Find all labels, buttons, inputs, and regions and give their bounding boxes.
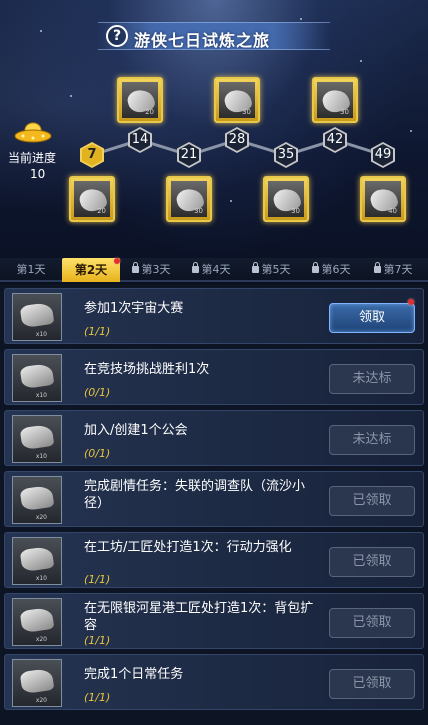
lock-icon	[191, 262, 199, 273]
tab-day-1[interactable]: 第1天	[2, 260, 60, 280]
day-tabs: 第1天 第2天 第3天 第4天 第5天 第6天 第7天	[0, 258, 428, 282]
progress-label: 当前进度	[8, 151, 57, 165]
milestone-value: 14	[130, 129, 150, 151]
milestone-value: 21	[179, 144, 199, 166]
progress-value: 10	[30, 167, 46, 181]
task-progress: (1/1)	[84, 573, 111, 586]
reward-chest-icon[interactable]: 20	[69, 176, 115, 222]
reward-quantity: 20	[97, 207, 106, 215]
reward-quantity: 30	[242, 108, 251, 116]
task-row: x10 在竞技场挑战胜利1次 (0/1) 未达标	[4, 349, 424, 405]
milestone-value: 49	[373, 144, 393, 166]
reward-item-icon[interactable]: x10	[12, 354, 62, 402]
task-progress: (0/1)	[84, 386, 111, 399]
reward-chest-icon[interactable]: 30	[214, 77, 260, 123]
reward-item-icon[interactable]: x20	[12, 598, 62, 646]
task-name: 完成剧情任务：失联的调查队（流沙小径）	[84, 479, 306, 511]
reward-item-image: 40	[365, 181, 401, 217]
tab-label: 第2天	[74, 263, 108, 277]
reward-quantity: 30	[340, 108, 349, 116]
milestone-value: 28	[227, 129, 247, 151]
task-list: x10 参加1次宇宙大赛 (1/1) 领取 x10 在竞技场挑战胜利1次 (0/1) 未达标 x…	[0, 284, 428, 725]
reward-chest-icon[interactable]: 30	[312, 77, 358, 123]
reward-chest-icon[interactable]: 30	[263, 176, 309, 222]
tab-day-4[interactable]: 第4天	[182, 260, 240, 280]
task-name: 在工坊/工匠处打造1次：行动力强化	[84, 540, 292, 555]
milestone-value: 7	[82, 144, 102, 166]
reward-quantity: 20	[145, 108, 154, 116]
reward-item-image: 30	[268, 181, 304, 217]
tab-label: 第4天	[201, 263, 231, 276]
task-progress: (0/1)	[84, 447, 111, 460]
task-progress: (1/1)	[84, 634, 111, 647]
lock-icon	[131, 262, 139, 273]
task-row: x20 完成1个日常任务 (1/1) 已领取	[4, 654, 424, 710]
reward-quantity: x10	[35, 392, 47, 399]
reward-quantity: 30	[194, 207, 203, 215]
reward-item-image: 30	[317, 82, 353, 118]
status-button[interactable]: 已领取	[329, 486, 415, 516]
tab-label: 第7天	[383, 263, 413, 276]
status-button[interactable]: 未达标	[329, 364, 415, 394]
reward-quantity: x10	[35, 575, 47, 582]
reward-item-icon[interactable]: x20	[12, 476, 62, 524]
reward-item-image: 30	[171, 181, 207, 217]
task-progress: (1/1)	[84, 691, 111, 704]
tab-day-3[interactable]: 第3天	[122, 260, 180, 280]
task-row: x10 在工坊/工匠处打造1次：行动力强化 (1/1) 已领取	[4, 532, 424, 588]
lock-icon	[251, 262, 259, 273]
tab-label: 第5天	[261, 263, 291, 276]
task-name: 加入/创建1个公会	[84, 423, 188, 438]
tab-label: 第6天	[321, 263, 351, 276]
status-button[interactable]: 已领取	[329, 608, 415, 638]
notification-dot	[408, 299, 414, 305]
task-name: 在无限银河星港工匠处打造1次：背包扩容	[84, 601, 314, 633]
task-row: x20 在无限银河星港工匠处打造1次：背包扩容 (1/1) 已领取	[4, 593, 424, 649]
task-row: x10 加入/创建1个公会 (0/1) 未达标	[4, 410, 424, 466]
task-progress: (1/1)	[84, 325, 111, 338]
tab-day-2[interactable]: 第2天	[62, 258, 120, 282]
status-button[interactable]: 未达标	[329, 425, 415, 455]
task-name: 参加1次宇宙大赛	[84, 301, 184, 316]
reward-item-image: 20	[122, 82, 158, 118]
reward-chest-icon[interactable]: 20	[117, 77, 163, 123]
tab-label: 第1天	[16, 263, 46, 276]
reward-quantity: x20	[35, 636, 47, 643]
notification-dot	[114, 258, 120, 264]
status-button[interactable]: 已领取	[329, 547, 415, 577]
reward-item-icon[interactable]: x10	[12, 415, 62, 463]
task-row: x20 完成剧情任务：失联的调查队（流沙小径） 已领取	[4, 471, 424, 527]
reward-quantity: x10	[35, 453, 47, 460]
milestone-value: 35	[276, 144, 296, 166]
reward-quantity: 40	[388, 207, 397, 215]
reward-item-icon[interactable]: x10	[12, 537, 62, 585]
task-name: 完成1个日常任务	[84, 667, 184, 682]
claim-button[interactable]: 领取	[329, 303, 415, 333]
tab-day-6[interactable]: 第6天	[302, 260, 360, 280]
progress-header: ? 游侠七日试炼之旅 当前进度 10 7 20 14 20 21 30 28 30 35 30 42…	[0, 0, 428, 258]
reward-item-icon[interactable]: x20	[12, 659, 62, 707]
reward-quantity: x20	[35, 514, 47, 521]
ufo-icon	[14, 122, 52, 143]
task-name: 在竞技场挑战胜利1次	[84, 362, 210, 377]
reward-quantity: x20	[35, 697, 47, 704]
reward-item-image: 20	[74, 181, 110, 217]
reward-chest-icon[interactable]: 30	[166, 176, 212, 222]
lock-icon	[311, 262, 319, 273]
status-button[interactable]: 已领取	[329, 669, 415, 699]
milestone-value: 42	[325, 129, 345, 151]
reward-item-image: 30	[219, 82, 255, 118]
task-row: x10 参加1次宇宙大赛 (1/1) 领取	[4, 288, 424, 344]
lock-icon	[373, 262, 381, 273]
tab-day-5[interactable]: 第5天	[242, 260, 300, 280]
reward-quantity: x10	[35, 331, 47, 338]
tab-day-7[interactable]: 第7天	[362, 260, 424, 280]
tab-label: 第3天	[141, 263, 171, 276]
reward-item-icon[interactable]: x10	[12, 293, 62, 341]
reward-chest-icon[interactable]: 40	[360, 176, 406, 222]
reward-quantity: 30	[291, 207, 300, 215]
